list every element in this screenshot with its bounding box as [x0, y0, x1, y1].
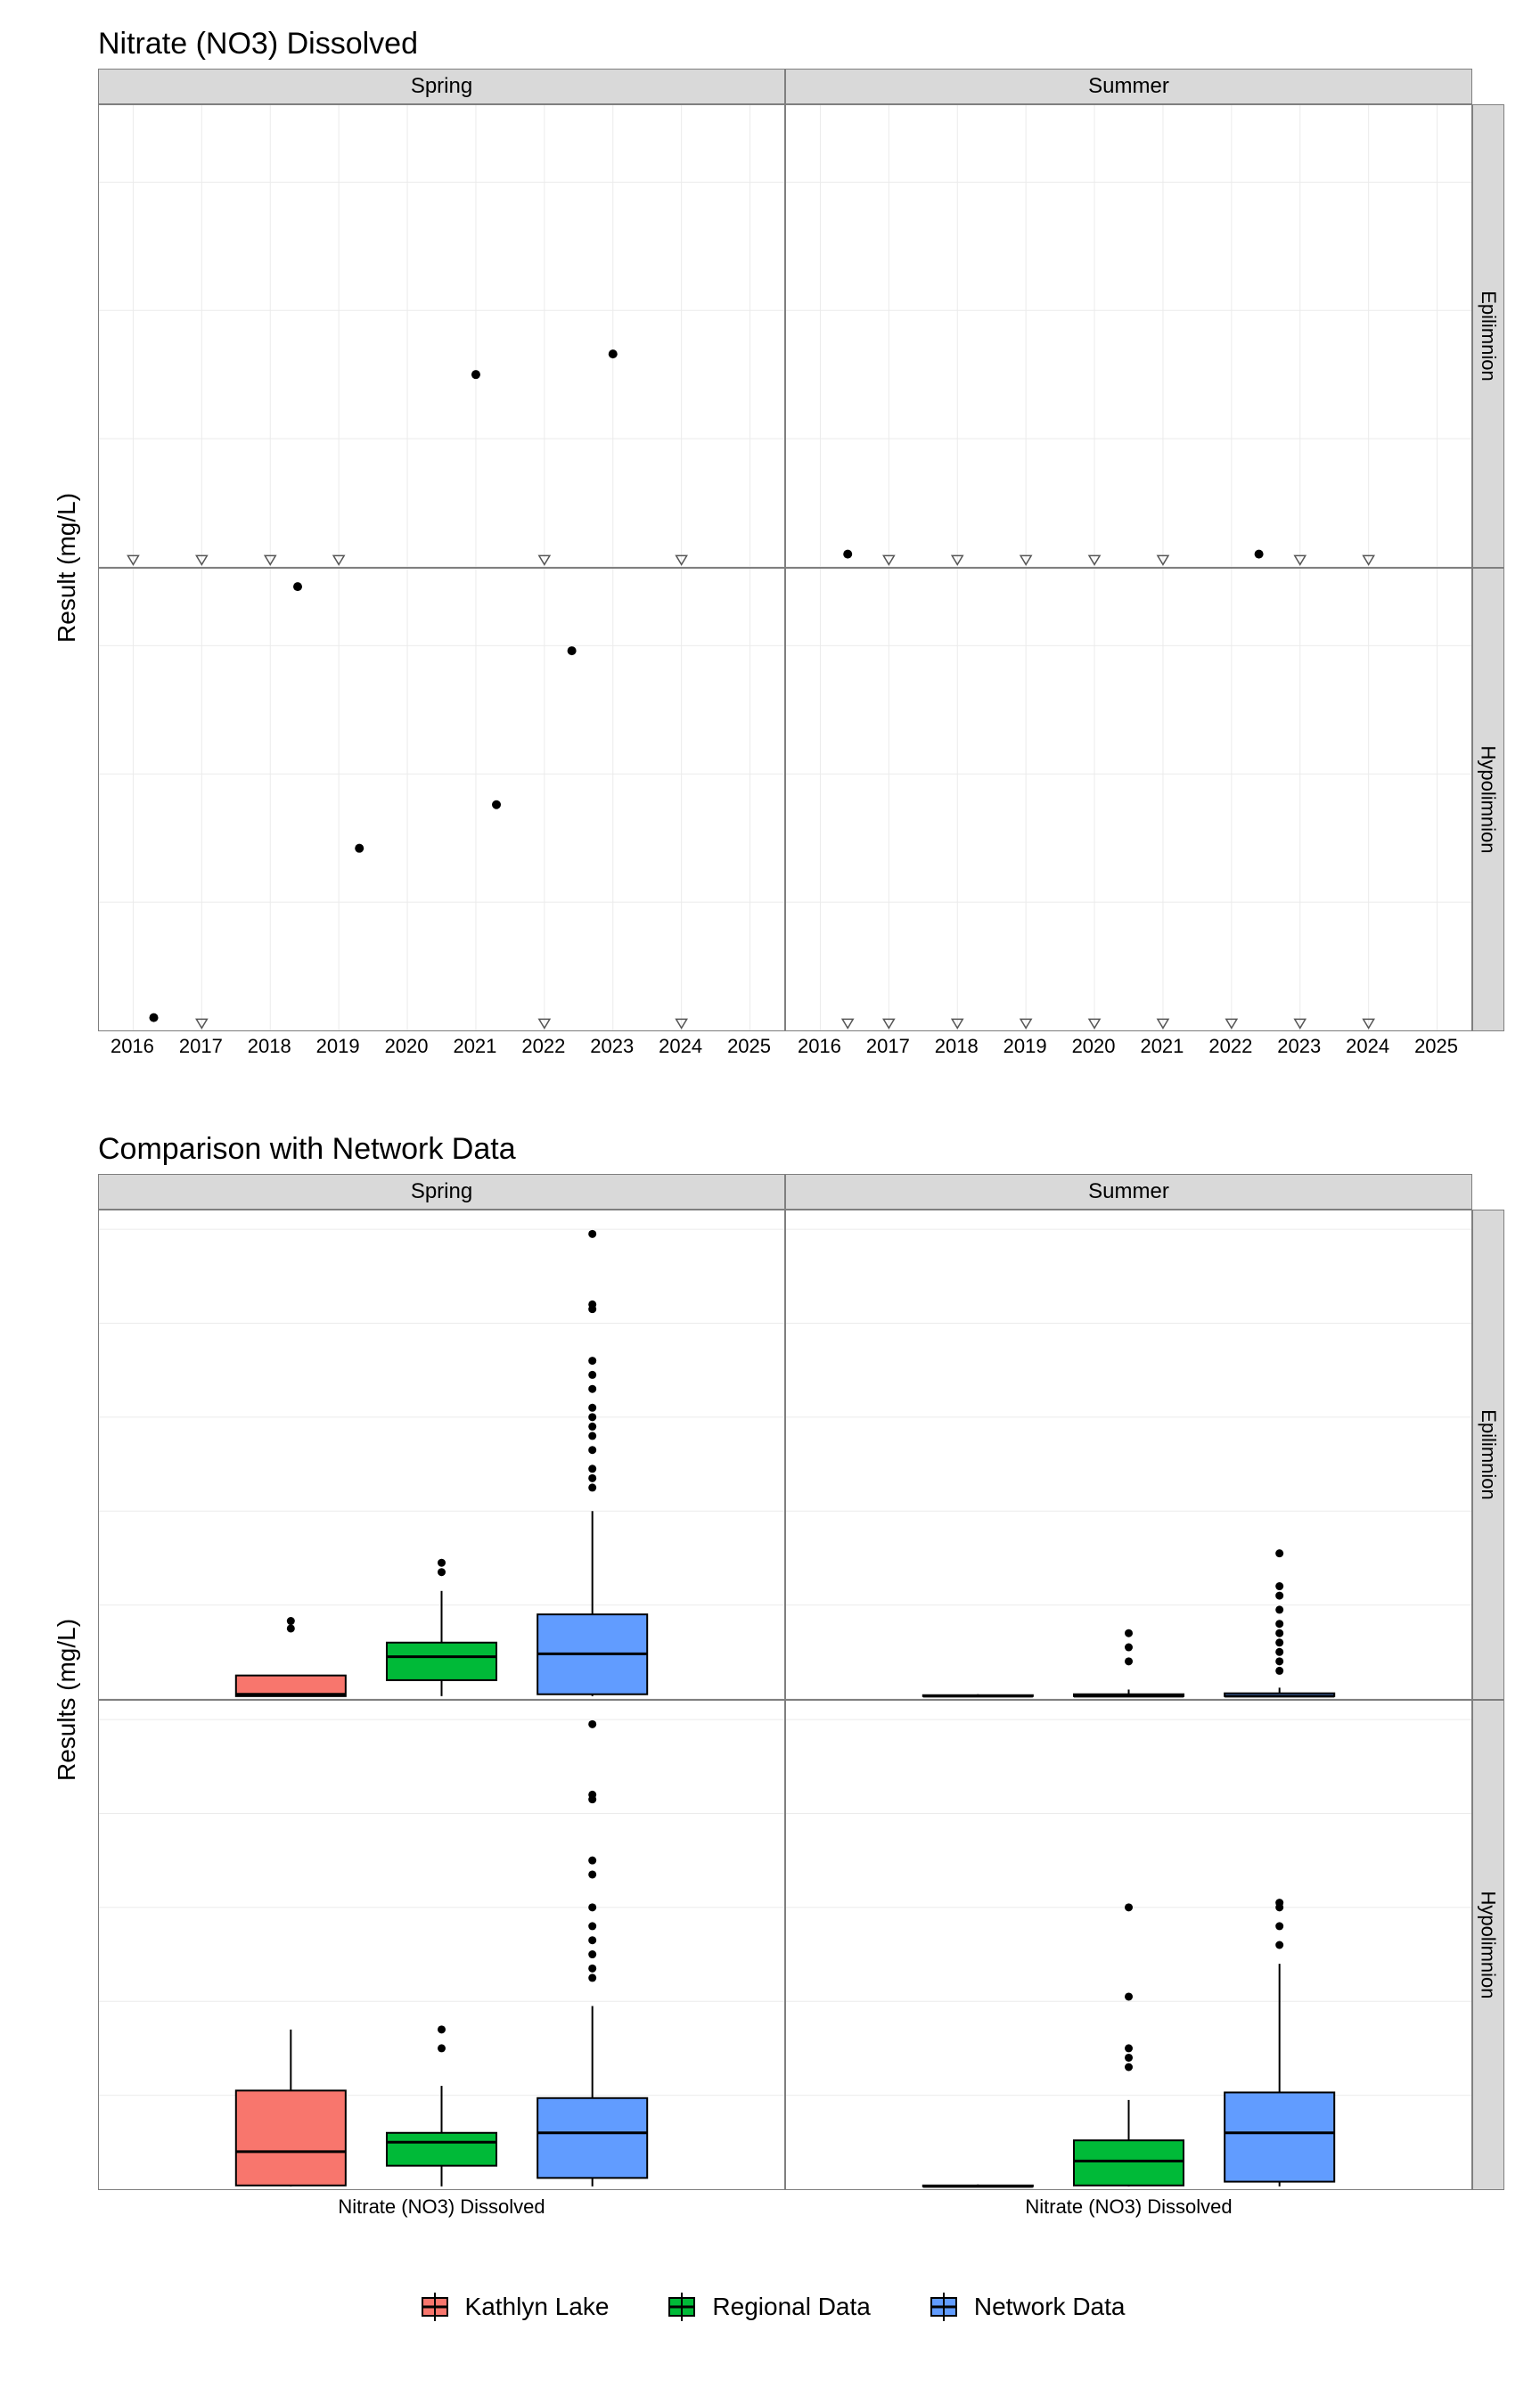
bxaxis-right: Nitrate (NO3) Dissolved — [785, 2190, 1472, 2235]
bxaxis-left: Nitrate (NO3) Dissolved — [98, 2190, 785, 2235]
xaxis-left: 2016201720182019202020212022202320242025 — [98, 1031, 785, 1076]
box-ylabel: Results (mg/L) — [53, 1619, 81, 1781]
col-strip-summer: Summer — [785, 69, 1472, 104]
row-strip-epi: Epilimnion — [1472, 104, 1504, 568]
box-ylabel-cell: Results (mg/L) — [36, 1210, 98, 2190]
brow-strip-hypo: Hypolimnion — [1472, 1700, 1504, 2190]
bpanel-spring-epi: 0.00.10.20.30.40.5 — [98, 1210, 785, 1700]
boxplot-chart-block: Comparison with Network Data Results (mg… — [36, 1132, 1504, 2255]
legend-label: Regional Data — [712, 2293, 870, 2321]
scatter-chart-block: Nitrate (NO3) Dissolved Result (mg/L) Sp… — [36, 27, 1504, 1096]
bpanel-spring-hypo: 0.00.10.20.30.40.5 — [98, 1700, 785, 2190]
box-facet-grid: Results (mg/L) Spring Summer Epilimnion … — [36, 1174, 1504, 2235]
panel-summer-hypo — [785, 568, 1472, 1031]
bcol-strip-summer: Summer — [785, 1174, 1472, 1210]
bcol-strip-spring: Spring — [98, 1174, 785, 1210]
xaxis-right: 2016201720182019202020212022202320242025 — [785, 1031, 1472, 1076]
scatter-ylabel-cell: Result (mg/L) — [36, 104, 98, 1031]
scatter-ylabel: Result (mg/L) — [53, 493, 81, 643]
legend: Kathlyn Lake Regional Data Network Data — [36, 2291, 1504, 2323]
legend-item-kathlyn: Kathlyn Lake — [415, 2291, 610, 2323]
bpanel-summer-hypo — [785, 1700, 1472, 2190]
scatter-facet-grid: Result (mg/L) Spring Summer Epilimnion H… — [36, 69, 1504, 1076]
brow-strip-epi: Epilimnion — [1472, 1210, 1504, 1700]
row-strip-hypo: Hypolimnion — [1472, 568, 1504, 1031]
bpanel-summer-epi — [785, 1210, 1472, 1700]
panel-summer-epi — [785, 104, 1472, 568]
legend-label: Kathlyn Lake — [465, 2293, 610, 2321]
boxplot-chart-title: Comparison with Network Data — [98, 1132, 1504, 1167]
legend-label: Network Data — [974, 2293, 1126, 2321]
panel-spring-epi: 0.000.050.100.15 — [98, 104, 785, 568]
legend-item-network: Network Data — [924, 2291, 1126, 2323]
panel-spring-hypo: 0.000.050.100.15 — [98, 568, 785, 1031]
legend-item-regional: Regional Data — [662, 2291, 870, 2323]
scatter-chart-title: Nitrate (NO3) Dissolved — [98, 27, 1504, 62]
page-root: Nitrate (NO3) Dissolved Result (mg/L) Sp… — [0, 0, 1540, 2396]
col-strip-spring: Spring — [98, 69, 785, 104]
